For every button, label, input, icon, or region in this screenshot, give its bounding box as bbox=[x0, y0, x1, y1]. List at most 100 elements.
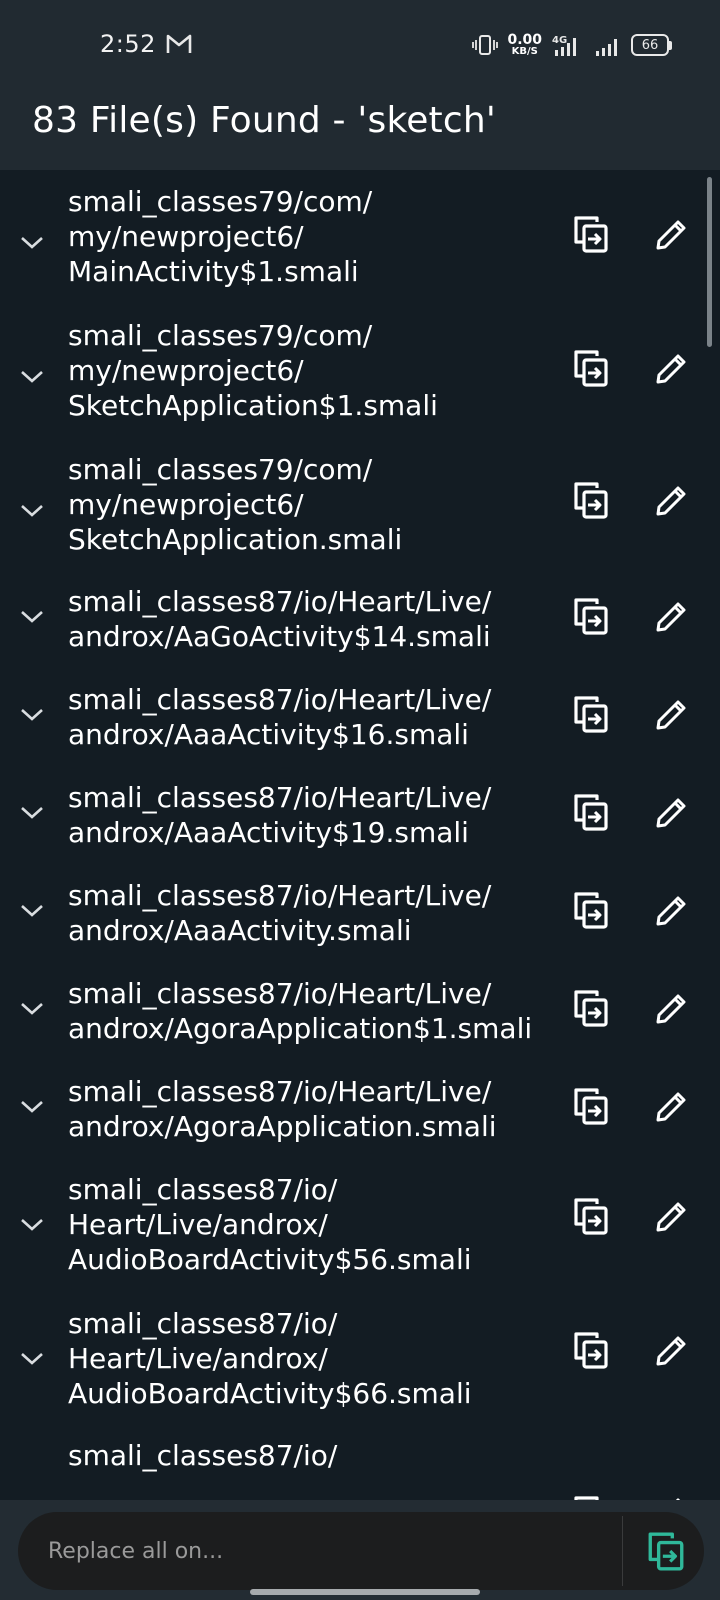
net-speed-value: 0.00 bbox=[507, 32, 542, 48]
open-file-icon[interactable] bbox=[572, 988, 610, 1028]
replace-all-icon[interactable] bbox=[646, 1530, 686, 1572]
edit-icon[interactable] bbox=[654, 598, 690, 634]
open-file-icon[interactable] bbox=[572, 214, 610, 254]
open-file-icon[interactable] bbox=[572, 348, 610, 388]
list-item[interactable]: smali_classes87/io/Heart/Live/ androx/Aa… bbox=[0, 878, 720, 960]
path-line: my/newproject6/ bbox=[68, 488, 304, 521]
file-path: smali_classes87/io/ Heart/Live/androx/ A… bbox=[68, 1172, 558, 1277]
net-speed: 0.00 KB/S bbox=[507, 33, 542, 57]
battery-tip bbox=[669, 40, 672, 50]
file-path: smali_classes87/io/Heart/Live/ androx/Aa… bbox=[68, 780, 558, 850]
chevron-down-icon[interactable] bbox=[18, 232, 46, 252]
chevron-down-icon[interactable] bbox=[18, 1214, 46, 1234]
edit-icon[interactable] bbox=[654, 990, 690, 1026]
battery-indicator: 66 bbox=[631, 34, 672, 56]
signal-icon bbox=[596, 39, 617, 56]
open-file-icon[interactable] bbox=[572, 1196, 610, 1236]
file-path: smali_classes87/io/Heart/Live/ androx/Aa… bbox=[68, 682, 558, 752]
chevron-down-icon[interactable] bbox=[18, 366, 46, 386]
edit-icon[interactable] bbox=[654, 1332, 690, 1368]
open-file-icon[interactable] bbox=[572, 792, 610, 832]
list-item[interactable]: smali_classes87/io/Heart/Live/ androx/Ag… bbox=[0, 1074, 720, 1156]
file-path: smali_classes79/com/ my/newproject6/ Ske… bbox=[68, 318, 558, 423]
open-file-icon[interactable] bbox=[572, 596, 610, 636]
scrollbar[interactable] bbox=[707, 177, 712, 347]
page-title: 83 File(s) Found - 'sketch' bbox=[32, 100, 496, 141]
list-item[interactable]: smali_classes87/io/Heart/Live/ androx/Ag… bbox=[0, 976, 720, 1058]
path-line: SketchApplication$1.smali bbox=[68, 389, 438, 422]
open-file-icon[interactable] bbox=[572, 890, 610, 930]
path-line: AudioBoardActivity$56.smali bbox=[68, 1243, 472, 1276]
path-line: androx/AaaActivity$19.smali bbox=[68, 816, 469, 849]
path-line: Heart/Live/androx/ bbox=[68, 1342, 328, 1375]
status-time: 2:52 bbox=[100, 30, 156, 58]
app-bar: 83 File(s) Found - 'sketch' bbox=[0, 90, 720, 170]
file-path: smali_classes87/io/Heart/Live/ androx/Aa… bbox=[68, 584, 558, 654]
path-line: SketchApplication.smali bbox=[68, 523, 403, 556]
open-file-icon[interactable] bbox=[572, 1086, 610, 1126]
battery-level: 66 bbox=[631, 34, 669, 56]
open-file-icon[interactable] bbox=[572, 694, 610, 734]
results-list[interactable]: smali_classes79/com/ my/newproject6/ Mai… bbox=[0, 170, 720, 1500]
file-path: smali_classes87/io/Heart/Live/ androx/Aa… bbox=[68, 878, 558, 948]
open-file-icon[interactable] bbox=[572, 480, 610, 520]
list-item[interactable]: smali_classes87/io/Heart/Live/ androx/Aa… bbox=[0, 780, 720, 862]
path-line: smali_classes87/io/ bbox=[68, 1173, 338, 1206]
edit-icon[interactable] bbox=[654, 482, 690, 518]
file-path: smali_classes87/io/ Heart/Live/androx/ A… bbox=[68, 1306, 558, 1411]
path-line: androx/AaGoActivity$14.smali bbox=[68, 620, 491, 653]
edit-icon[interactable] bbox=[654, 794, 690, 830]
chevron-down-icon[interactable] bbox=[18, 606, 46, 626]
chevron-down-icon[interactable] bbox=[18, 998, 46, 1018]
path-line: smali_classes87/io/ bbox=[68, 1439, 338, 1472]
open-file-icon[interactable] bbox=[572, 1330, 610, 1370]
edit-icon[interactable] bbox=[654, 696, 690, 732]
net-speed-unit: KB/S bbox=[511, 46, 538, 57]
path-line: smali_classes79/com/ bbox=[68, 453, 373, 486]
network-type: 4G bbox=[552, 35, 567, 46]
signal-4g-icon: 4G bbox=[552, 35, 576, 56]
path-line: AudioBoardActivity$66.smali bbox=[68, 1377, 472, 1410]
list-item[interactable]: smali_classes87/io/ Heart/Live/androx/ A… bbox=[0, 1172, 720, 1288]
path-line: androx/AaaActivity.smali bbox=[68, 914, 412, 947]
path-line: MainActivity$1.smali bbox=[68, 255, 359, 288]
file-path: smali_classes87/io/Heart/Live/ androx/Ag… bbox=[68, 976, 558, 1046]
file-path: smali_classes87/io/Heart/Live/ androx/Ag… bbox=[68, 1074, 558, 1144]
path-line: smali_classes87/io/Heart/Live/ bbox=[68, 683, 492, 716]
edit-icon[interactable] bbox=[654, 350, 690, 386]
path-line: androx/AaaActivity$16.smali bbox=[68, 718, 469, 751]
path-line: smali_classes87/io/Heart/Live/ bbox=[68, 585, 492, 618]
chevron-down-icon[interactable] bbox=[18, 1348, 46, 1368]
gmail-icon bbox=[166, 34, 192, 53]
list-item[interactable]: smali_classes87/io/ bbox=[0, 1438, 720, 1500]
vibrate-icon bbox=[472, 35, 499, 55]
path-line: androx/AgoraApplication.smali bbox=[68, 1110, 497, 1143]
path-line: Heart/Live/androx/ bbox=[68, 1208, 328, 1241]
path-line: my/newproject6/ bbox=[68, 354, 304, 387]
list-item[interactable]: smali_classes87/io/ Heart/Live/androx/ A… bbox=[0, 1306, 720, 1422]
status-icons: 0.00 KB/S 4G 66 bbox=[472, 30, 672, 60]
path-line: smali_classes87/io/Heart/Live/ bbox=[68, 879, 492, 912]
chevron-down-icon[interactable] bbox=[18, 802, 46, 822]
chevron-down-icon[interactable] bbox=[18, 900, 46, 920]
path-line: smali_classes87/io/ bbox=[68, 1307, 338, 1340]
chevron-down-icon[interactable] bbox=[18, 500, 46, 520]
path-line: smali_classes79/com/ bbox=[68, 185, 373, 218]
path-line: smali_classes87/io/Heart/Live/ bbox=[68, 977, 492, 1010]
list-item[interactable]: smali_classes79/com/ my/newproject6/ Ske… bbox=[0, 452, 720, 568]
list-item[interactable]: smali_classes79/com/ my/newproject6/ Ske… bbox=[0, 318, 720, 434]
chevron-down-icon[interactable] bbox=[18, 1096, 46, 1116]
edit-icon[interactable] bbox=[654, 216, 690, 252]
list-item[interactable]: smali_classes87/io/Heart/Live/ androx/Aa… bbox=[0, 584, 720, 666]
list-item[interactable]: smali_classes79/com/ my/newproject6/ Mai… bbox=[0, 184, 720, 300]
edit-icon[interactable] bbox=[654, 1198, 690, 1234]
path-line: smali_classes79/com/ bbox=[68, 319, 373, 352]
file-path: smali_classes87/io/ bbox=[68, 1438, 558, 1473]
chevron-down-icon[interactable] bbox=[18, 704, 46, 724]
edit-icon[interactable] bbox=[654, 892, 690, 928]
path-line: smali_classes87/io/Heart/Live/ bbox=[68, 1075, 492, 1108]
home-indicator[interactable] bbox=[250, 1589, 480, 1595]
replace-input[interactable] bbox=[48, 1512, 608, 1590]
edit-icon[interactable] bbox=[654, 1088, 690, 1124]
list-item[interactable]: smali_classes87/io/Heart/Live/ androx/Aa… bbox=[0, 682, 720, 764]
